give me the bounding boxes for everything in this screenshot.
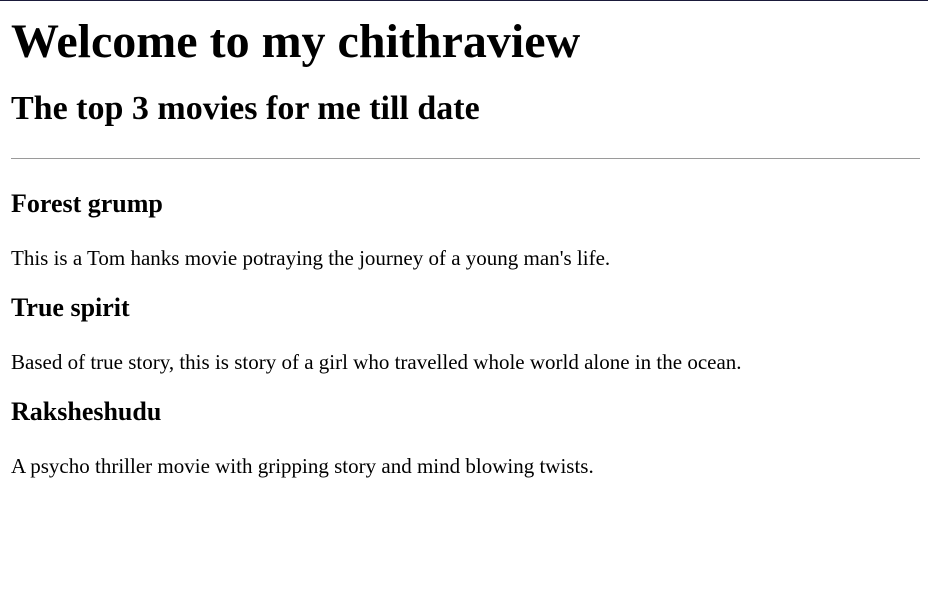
page-subtitle: The top 3 movies for me till date [11,90,480,127]
movie-title: Forest grump [11,189,163,218]
movie-title: True spirit [11,293,130,322]
movie-item: Forest grump This is a Tom hanks movie p… [11,189,920,271]
movie-description: Based of true story, this is story of a … [11,350,742,374]
divider [11,158,920,159]
page-title: Welcome to my chithraview [11,15,581,68]
movie-description: A psycho thriller movie with gripping st… [11,454,594,478]
window-top-border [0,0,928,1]
movie-item: Raksheshudu A psycho thriller movie with… [11,397,920,479]
movie-title: Raksheshudu [11,397,162,426]
movie-item: True spirit Based of true story, this is… [11,293,920,375]
movie-description: This is a Tom hanks movie potraying the … [11,246,611,270]
page-content: Welcome to my chithraview The top 3 movi… [0,0,928,479]
